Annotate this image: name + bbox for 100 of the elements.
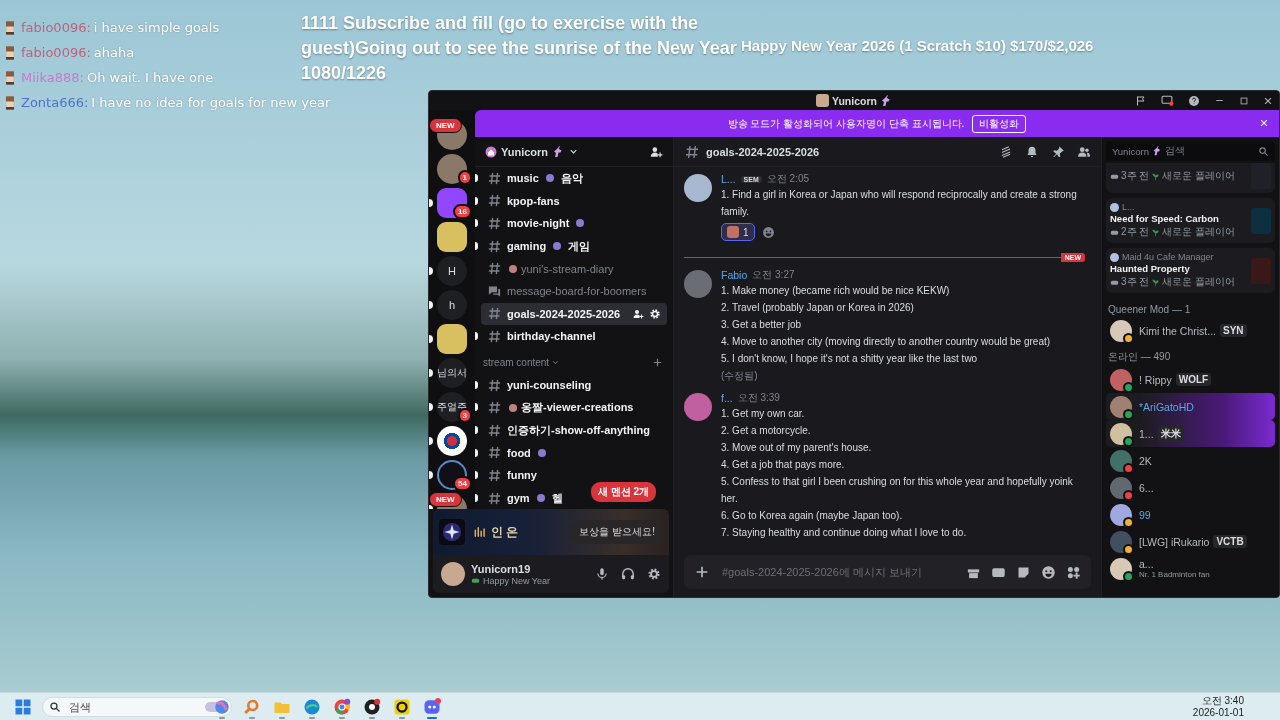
activity-note: 새로운 플레이어 — [1162, 275, 1236, 289]
add-reaction-icon[interactable] — [761, 225, 775, 239]
help-icon[interactable] — [1188, 94, 1200, 107]
user-avatar[interactable] — [684, 393, 712, 421]
search-input[interactable]: 검색 — [67, 699, 199, 714]
activity-note: 새로운 플레이어 — [1162, 225, 1236, 239]
channel-item[interactable]: yuni's-stream-diary — [475, 257, 667, 280]
copilot-icon[interactable] — [213, 697, 231, 716]
chat-username: Zonta666: — [21, 95, 89, 110]
disable-button[interactable]: 비활성화 — [972, 114, 1027, 133]
channel-item[interactable]: food — [475, 441, 667, 465]
channel-item[interactable]: 옹짤-viewer-creations — [475, 396, 667, 419]
chat-message: Oh wait. I have one — [86, 70, 214, 85]
user-avatar[interactable] — [684, 174, 712, 202]
attach-icon[interactable] — [694, 564, 710, 580]
chat-message: ahaha — [93, 45, 135, 60]
clock-date: 2026-01-01 — [1192, 706, 1244, 719]
member-item[interactable]: 6... — [1106, 474, 1275, 501]
flag-icon[interactable] — [1135, 94, 1147, 107]
ring-icon[interactable] — [393, 697, 411, 716]
message-text: 3. Move out of my parent's house. — [721, 441, 873, 455]
channel-item[interactable]: birthday-channel — [475, 325, 667, 348]
apps-icon[interactable] — [1066, 564, 1081, 580]
game-art — [1251, 207, 1271, 234]
member-name: 1... — [1139, 427, 1154, 440]
hash-icon — [487, 216, 502, 231]
reaction-chip[interactable]: 1 — [721, 223, 755, 241]
member-item[interactable]: *AriGatoHD — [1106, 393, 1275, 420]
member-name: Kimi the Christ... — [1139, 324, 1217, 337]
message-input[interactable]: #goals-2024-2025-2026에 메시지 보내기 — [720, 565, 956, 579]
user-avatar[interactable] — [441, 562, 465, 586]
member-item[interactable]: 2K — [1106, 447, 1275, 474]
close-icon[interactable] — [1263, 95, 1273, 106]
author-name: f... — [721, 392, 733, 404]
taskbar-search[interactable]: 검색 — [42, 696, 232, 717]
chat-app-icon[interactable] — [423, 697, 441, 716]
screen-icon[interactable] — [1161, 94, 1174, 107]
member-name: 2K — [1139, 454, 1152, 467]
member-item[interactable]: [LWG] iRukario VCTB — [1106, 528, 1275, 555]
member-name: a... — [1139, 558, 1154, 570]
channel-item[interactable]: yuni-counseling — [475, 373, 667, 397]
pin-icon[interactable] — [1051, 144, 1065, 159]
member-avatar — [1110, 449, 1132, 472]
count-badge: 16 — [453, 204, 472, 219]
activity-card[interactable]: 3주 전 새로운 플레이어 — [1106, 163, 1275, 193]
hash-icon — [487, 467, 502, 483]
member-name: [LWG] iRukario — [1139, 535, 1210, 548]
members-icon[interactable] — [1077, 144, 1091, 159]
add-member-icon[interactable] — [649, 144, 663, 159]
member-avatar — [1110, 368, 1132, 391]
channel-item[interactable]: message-board-for-boomers — [475, 279, 667, 303]
activity-card[interactable]: L... Need for Speed: Carbon 2주 전 새로운 플레이어 — [1106, 198, 1275, 243]
hash-icon — [487, 193, 502, 209]
hash-icon — [487, 170, 502, 186]
group-header: 온라인 — 490 — [1108, 350, 1171, 364]
channel-item[interactable]: movie-night — [475, 212, 667, 235]
member-avatar — [1110, 557, 1132, 580]
promo-title: 인 온 — [491, 523, 519, 541]
mention-badge: 새 멘션 2개 — [591, 482, 657, 502]
member-avatar — [1110, 422, 1132, 445]
member-tag: 米米 — [1157, 425, 1184, 442]
member-item[interactable]: 99 — [1106, 501, 1275, 528]
member-item[interactable]: a... Nr. 1 Badminton fan — [1106, 555, 1275, 582]
hash-icon — [487, 238, 502, 254]
add-channel-icon[interactable] — [652, 357, 663, 369]
member-item[interactable]: 1... 米米 — [1106, 420, 1275, 447]
search-field[interactable]: Yunicorn 검색 — [1106, 141, 1275, 161]
add-member-icon[interactable] — [632, 307, 644, 320]
server-name: Yunicorn — [501, 145, 549, 158]
start-icon[interactable] — [14, 697, 32, 716]
chat-message: i have simple goals — [93, 20, 220, 35]
member-tag: SYN — [1220, 324, 1247, 337]
channel-item[interactable]: gaming 게임 — [475, 234, 667, 258]
claim-button[interactable]: 보상을 받으세요! — [571, 520, 663, 544]
message-text: 5. I don't know, I hope it's not a shitty year like the last two — [721, 352, 979, 366]
settings-icon[interactable] — [647, 567, 661, 581]
bars-icon — [473, 525, 487, 539]
threads-icon[interactable] — [999, 144, 1013, 159]
message-text: 1. Make money (became rich would be nice KEKW) — [721, 284, 951, 298]
channel-item[interactable]: 인증하기-show-off-anything — [475, 418, 667, 442]
message-text: 7. Staying healthy and continue doing what I love to do. — [721, 526, 968, 540]
settings-icon[interactable] — [649, 307, 661, 320]
channel-item[interactable]: kpop-fans — [475, 189, 667, 213]
activity-card[interactable]: Maid 4u Cafe Manager Haunted Property 3주 전 새로운 플레이어 — [1106, 248, 1275, 293]
headphones-icon[interactable] — [621, 567, 635, 581]
close-icon[interactable] — [1259, 118, 1269, 128]
sprout-icon — [1151, 227, 1161, 237]
member-item[interactable]: Kimi the Christ... SYN — [1106, 317, 1275, 344]
search-icon — [49, 700, 61, 713]
channel-item[interactable]: goals-2024-2025-2026 — [481, 302, 667, 326]
channel-item[interactable]: music 음악 — [475, 167, 667, 190]
recorder-icon[interactable] — [363, 697, 381, 716]
bell-icon[interactable] — [1025, 144, 1039, 159]
member-tag: VCTB — [1213, 535, 1247, 548]
mic-icon[interactable] — [595, 567, 609, 581]
status-icon — [471, 576, 480, 585]
chrome-icon[interactable] — [333, 697, 351, 716]
maximize-icon[interactable] — [1239, 95, 1249, 106]
activity-note: 새로운 플레이어 — [1162, 169, 1236, 183]
browser-icon[interactable] — [303, 697, 321, 716]
